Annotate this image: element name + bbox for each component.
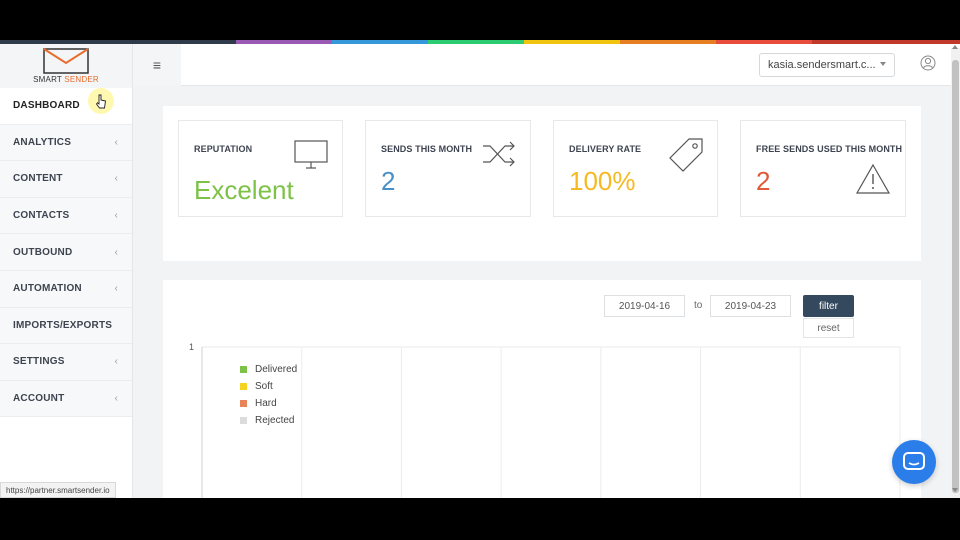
sidebar-item-label: DASHBOARD <box>13 100 80 112</box>
sends-value: 2 <box>381 166 396 196</box>
free-sends-value: 2 <box>756 166 771 196</box>
chevron-left-icon: ‹ <box>114 356 118 368</box>
sidebar-item-settings[interactable]: SETTINGS ‹ <box>0 344 132 381</box>
sidebar-item-label: OUTBOUND <box>13 246 73 258</box>
sidebar-item-analytics[interactable]: ANALYTICS ‹ <box>0 124 132 162</box>
scrollbar-thumb[interactable] <box>952 60 959 493</box>
date-to-input[interactable]: 2019-04-23 <box>710 295 791 317</box>
chevron-left-icon: ‹ <box>114 173 118 185</box>
sidebar-item-label: CONTENT <box>13 173 63 185</box>
legend-swatch <box>240 366 247 373</box>
chart-panel: 2019-04-16 to 2019-04-23 filter reset 1 … <box>163 280 921 498</box>
legend-item[interactable]: Soft <box>240 378 297 395</box>
legend-label: Delivered <box>255 364 298 375</box>
chevron-left-icon: ‹ <box>114 393 118 405</box>
date-from-input[interactable]: 2019-04-16 <box>604 295 685 317</box>
chat-button[interactable] <box>892 440 936 484</box>
app-window: SMART SENDER DASHBOARD ANALYTICS ‹ CONTENT ‹… <box>0 40 960 498</box>
free-sends-card: FREE SENDS USED THIS MONTH 2 <box>740 120 906 217</box>
page-scrollbar[interactable] <box>951 48 960 498</box>
warning-icon <box>855 163 891 194</box>
sidebar-item-label: CONTACTS <box>13 210 70 222</box>
top-header: ≡ kasia.sendersmart.c... <box>133 44 960 86</box>
hamburger-icon: ≡ <box>152 57 162 73</box>
cursor-pointer-icon <box>88 88 114 114</box>
caret-down-icon <box>880 62 886 66</box>
sidebar-item-label: AUTOMATION <box>13 283 82 295</box>
menu-toggle-button[interactable]: ≡ <box>133 44 181 86</box>
status-bar-url: https://partner.smartsender.io <box>0 482 116 498</box>
chart-legend: Delivered Soft Hard Rejected <box>240 361 297 429</box>
reset-button[interactable]: reset <box>803 318 854 338</box>
reputation-card: REPUTATION Excelent <box>178 120 343 217</box>
legend-swatch <box>240 383 247 390</box>
legend-label: Soft <box>255 381 273 392</box>
scroll-down-icon[interactable] <box>952 488 958 492</box>
sidebar-item-label: SETTINGS <box>13 356 65 368</box>
logo-text-smart: SMART <box>33 75 62 84</box>
shuffle-icon <box>483 141 515 167</box>
sidebar-item-outbound[interactable]: OUTBOUND ‹ <box>0 234 132 271</box>
monitor-icon <box>294 140 328 169</box>
account-select-value: kasia.sendersmart.c... <box>768 59 876 71</box>
reputation-title: REPUTATION <box>194 144 253 154</box>
logo-text-sender: SENDER <box>64 75 99 84</box>
sidebar-item-content[interactable]: CONTENT ‹ <box>0 161 132 198</box>
y-tick-label: 1 <box>189 342 194 352</box>
logo[interactable]: SMART SENDER <box>0 44 132 88</box>
delivery-value: 100% <box>569 166 636 196</box>
legend-swatch <box>240 400 247 407</box>
stats-panel: REPUTATION Excelent SENDS THIS MONTH 2 D… <box>163 106 921 261</box>
chevron-left-icon: ‹ <box>114 136 118 148</box>
filter-button[interactable]: filter <box>803 295 854 317</box>
chat-icon <box>903 452 925 470</box>
legend-item[interactable]: Delivered <box>240 361 297 378</box>
to-label: to <box>694 300 703 311</box>
chevron-left-icon: ‹ <box>114 210 118 222</box>
envelope-logo-icon <box>43 48 89 74</box>
tag-icon <box>669 138 703 172</box>
reputation-value: Excelent <box>194 175 294 205</box>
sidebar-item-label: ACCOUNT <box>13 393 65 405</box>
sidebar-nav: DASHBOARD ANALYTICS ‹ CONTENT ‹ CONTACTS ‹ OUTB… <box>0 88 132 418</box>
chevron-left-icon: ‹ <box>114 246 118 258</box>
sidebar-item-label: ANALYTICS <box>13 136 72 148</box>
sidebar-item-contacts[interactable]: CONTACTS ‹ <box>0 197 132 235</box>
chevron-left-icon: ‹ <box>114 283 118 295</box>
user-icon[interactable] <box>920 55 936 71</box>
free-sends-title: FREE SENDS USED THIS MONTH <box>756 144 903 154</box>
sends-title: SENDS THIS MONTH <box>381 144 473 154</box>
scroll-up-icon[interactable] <box>952 45 958 49</box>
delivery-card: DELIVERY RATE 100% <box>553 120 718 217</box>
legend-label: Rejected <box>255 415 295 426</box>
legend-swatch <box>240 417 247 424</box>
sidebar-item-label: IMPORTS/EXPORTS <box>13 319 113 331</box>
legend-item[interactable]: Rejected <box>240 412 297 429</box>
sends-card: SENDS THIS MONTH 2 <box>365 120 531 217</box>
legend-item[interactable]: Hard <box>240 395 297 412</box>
delivery-title: DELIVERY RATE <box>569 144 642 154</box>
account-select[interactable]: kasia.sendersmart.c... <box>759 53 895 77</box>
sidebar-item-imports-exports[interactable]: IMPORTS/EXPORTS <box>0 307 132 345</box>
sidebar-item-automation[interactable]: AUTOMATION ‹ <box>0 270 132 308</box>
sidebar-item-account[interactable]: ACCOUNT ‹ <box>0 380 132 418</box>
legend-label: Hard <box>255 398 277 409</box>
logo-text: SMART SENDER <box>33 75 99 84</box>
chart: 1 Delivered Soft Hard Rejected <box>188 336 908 498</box>
